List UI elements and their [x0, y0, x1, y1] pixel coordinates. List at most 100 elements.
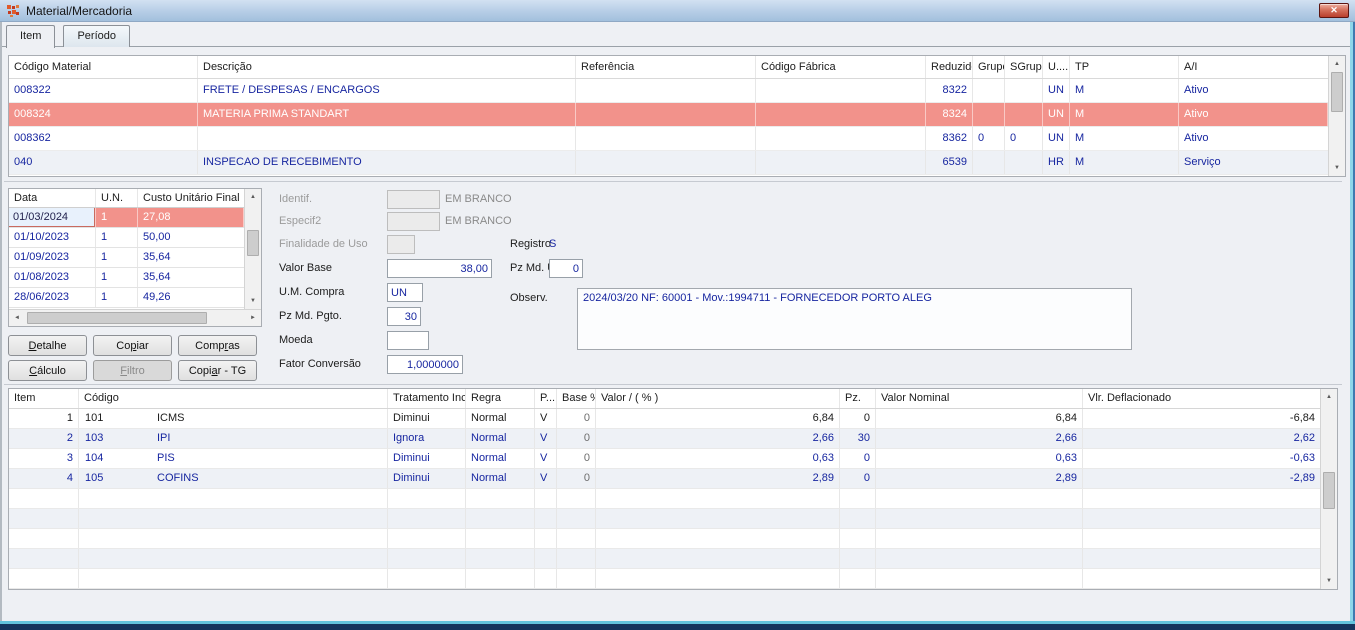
- copiar-tg-button[interactable]: Copiar - TG: [178, 360, 257, 381]
- tax-row[interactable]: 2 103 IPI Ignora Normal V 0 2,66 30 2,66 …: [9, 429, 1320, 449]
- valor-cell: 2,89: [596, 469, 840, 488]
- cost-row[interactable]: 01/09/2023 1 35,64: [9, 248, 244, 268]
- fator-conversao-field[interactable]: [387, 355, 463, 374]
- scroll-left-icon[interactable]: ◄: [9, 310, 25, 326]
- scroll-down-icon[interactable]: ▼: [1321, 573, 1337, 589]
- taxes-empty-row: [9, 529, 1320, 549]
- scroll-thumb[interactable]: [1331, 72, 1343, 112]
- empty-cell: [79, 569, 388, 588]
- empty-cell: [388, 489, 466, 508]
- empty-cell: [596, 489, 840, 508]
- empty-cell: [876, 549, 1083, 568]
- taxes-empty-row: [9, 549, 1320, 569]
- ai-cell: Ativo: [1184, 132, 1209, 144]
- empty-cell: [557, 549, 596, 568]
- sgrupo-cell: 0: [1005, 127, 1043, 150]
- taxes-table: Item Código Tratamento Inc. Regra P... B…: [8, 388, 1338, 590]
- col-codigo: Código: [79, 389, 388, 408]
- costs-vertical-scrollbar[interactable]: ▲ ▼: [244, 189, 261, 309]
- p-cell: V: [535, 409, 557, 428]
- tab-periodo[interactable]: Período: [63, 25, 130, 47]
- materials-vertical-scrollbar[interactable]: ▲ ▼: [1328, 56, 1345, 176]
- scroll-right-icon[interactable]: ►: [245, 310, 261, 326]
- cost-row[interactable]: 01/10/2023 1 50,00: [9, 228, 244, 248]
- tax-row[interactable]: 4 105 COFINS Diminui Normal V 0 2,89 0 2,…: [9, 469, 1320, 489]
- titlebar: Material/Mercadoria ✕: [0, 0, 1355, 22]
- scroll-up-icon[interactable]: ▲: [1321, 389, 1337, 405]
- empty-cell: [535, 549, 557, 568]
- material-row[interactable]: 040 INSPECAO DE RECEBIMENTO 6539 HR M Se…: [9, 151, 1328, 175]
- base-cell: 0: [557, 409, 596, 428]
- col-p: P...: [535, 389, 557, 408]
- material-row[interactable]: 008362 8362 0 0 UN M Ativo: [9, 127, 1328, 151]
- pz-md-uso-field[interactable]: [549, 259, 583, 278]
- um-compra-field[interactable]: [387, 283, 423, 302]
- empty-cell: [1083, 569, 1320, 588]
- calculo-button[interactable]: Cálculo: [8, 360, 87, 381]
- costs-horizontal-scrollbar[interactable]: ◄ ►: [9, 309, 261, 326]
- observ-label: Observ.: [510, 292, 548, 304]
- tax-code: 103: [85, 432, 104, 444]
- taxes-vertical-scrollbar[interactable]: ▲ ▼: [1320, 389, 1337, 589]
- empty-cell: [876, 489, 1083, 508]
- observ-field[interactable]: 2024/03/20 NF: 60001 - Mov.:1994711 - FO…: [577, 288, 1132, 350]
- empty-cell: [9, 569, 79, 588]
- scroll-up-icon[interactable]: ▲: [245, 189, 261, 205]
- taxes-empty-row: [9, 569, 1320, 589]
- moeda-field[interactable]: [387, 331, 429, 350]
- cost-row-selected[interactable]: 01/03/2024 1 27,08: [9, 208, 244, 228]
- material-row[interactable]: 008322 FRETE / DESPESAS / ENCARGOS 8322 …: [9, 79, 1328, 103]
- scroll-thumb[interactable]: [27, 312, 208, 324]
- col-codigo-fabrica: Código Fábrica: [756, 56, 926, 78]
- col-valor: Valor / ( % ): [596, 389, 840, 408]
- base-cell: 0: [557, 449, 596, 468]
- col-vlr-deflacionado: Vlr. Deflacionado: [1088, 392, 1172, 404]
- empty-cell: [557, 529, 596, 548]
- empty-cell: [596, 549, 840, 568]
- custo-cell: 35,64: [143, 271, 171, 283]
- scroll-track[interactable]: [245, 205, 261, 293]
- cost-row[interactable]: 01/08/2023 1 35,64: [9, 268, 244, 288]
- tax-code: 104: [85, 452, 104, 464]
- scroll-up-icon[interactable]: ▲: [1329, 56, 1345, 72]
- tratamento-cell: Ignora: [388, 429, 466, 448]
- scroll-track[interactable]: [1321, 405, 1337, 573]
- nominal-cell: 6,84: [876, 409, 1083, 428]
- scroll-down-icon[interactable]: ▼: [1329, 160, 1345, 176]
- descricao-cell: INSPECAO DE RECEBIMENTO: [198, 151, 576, 174]
- material-row-selected[interactable]: 008324 MATERIA PRIMA STANDART 8324 UN M …: [9, 103, 1328, 127]
- tax-row[interactable]: 3 104 PIS Diminui Normal V 0 0,63 0 0,63 …: [9, 449, 1320, 469]
- scroll-thumb[interactable]: [247, 229, 259, 257]
- copiar-button[interactable]: Copiar: [93, 335, 172, 356]
- cost-row[interactable]: 28/06/2023 1 49,26: [9, 288, 244, 308]
- compras-button[interactable]: Compras: [178, 335, 257, 356]
- codigo-fabrica-cell: [756, 103, 926, 126]
- item-cell: 2: [9, 429, 79, 448]
- pz-md-pgto-field[interactable]: [387, 307, 421, 326]
- empty-cell: [388, 549, 466, 568]
- scroll-track[interactable]: [1329, 72, 1345, 160]
- codigo-cell: 101 ICMS: [79, 409, 388, 428]
- regra-cell: Normal: [466, 469, 535, 488]
- especif2-field: [387, 212, 440, 231]
- close-button[interactable]: ✕: [1319, 3, 1349, 18]
- data-cell: 01/03/2024: [9, 208, 96, 227]
- deflacionado-cell: -2,89: [1289, 472, 1315, 484]
- descricao-cell: MATERIA PRIMA STANDART: [198, 103, 576, 126]
- scroll-down-icon[interactable]: ▼: [245, 293, 261, 309]
- scroll-thumb[interactable]: [1323, 472, 1335, 510]
- empty-cell: [840, 509, 876, 528]
- empty-cell: [388, 509, 466, 528]
- detalhe-button[interactable]: Detalhe: [8, 335, 87, 356]
- un-cell: 1: [96, 228, 138, 247]
- empty-cell: [840, 549, 876, 568]
- finalidade-uso-field: [387, 235, 415, 254]
- tab-item[interactable]: Item: [6, 25, 56, 48]
- tratamento-cell: Diminui: [388, 449, 466, 468]
- grupo-cell: 0: [973, 127, 1005, 150]
- tax-row[interactable]: 1 101 ICMS Diminui Normal V 0 6,84 0 6,84…: [9, 409, 1320, 429]
- focused-cell[interactable]: 01/03/2024: [9, 208, 95, 227]
- valor-base-field[interactable]: [387, 259, 492, 278]
- materials-header-row: Código Material Descrição Referência Cód…: [9, 56, 1328, 79]
- scroll-track[interactable]: [25, 310, 245, 326]
